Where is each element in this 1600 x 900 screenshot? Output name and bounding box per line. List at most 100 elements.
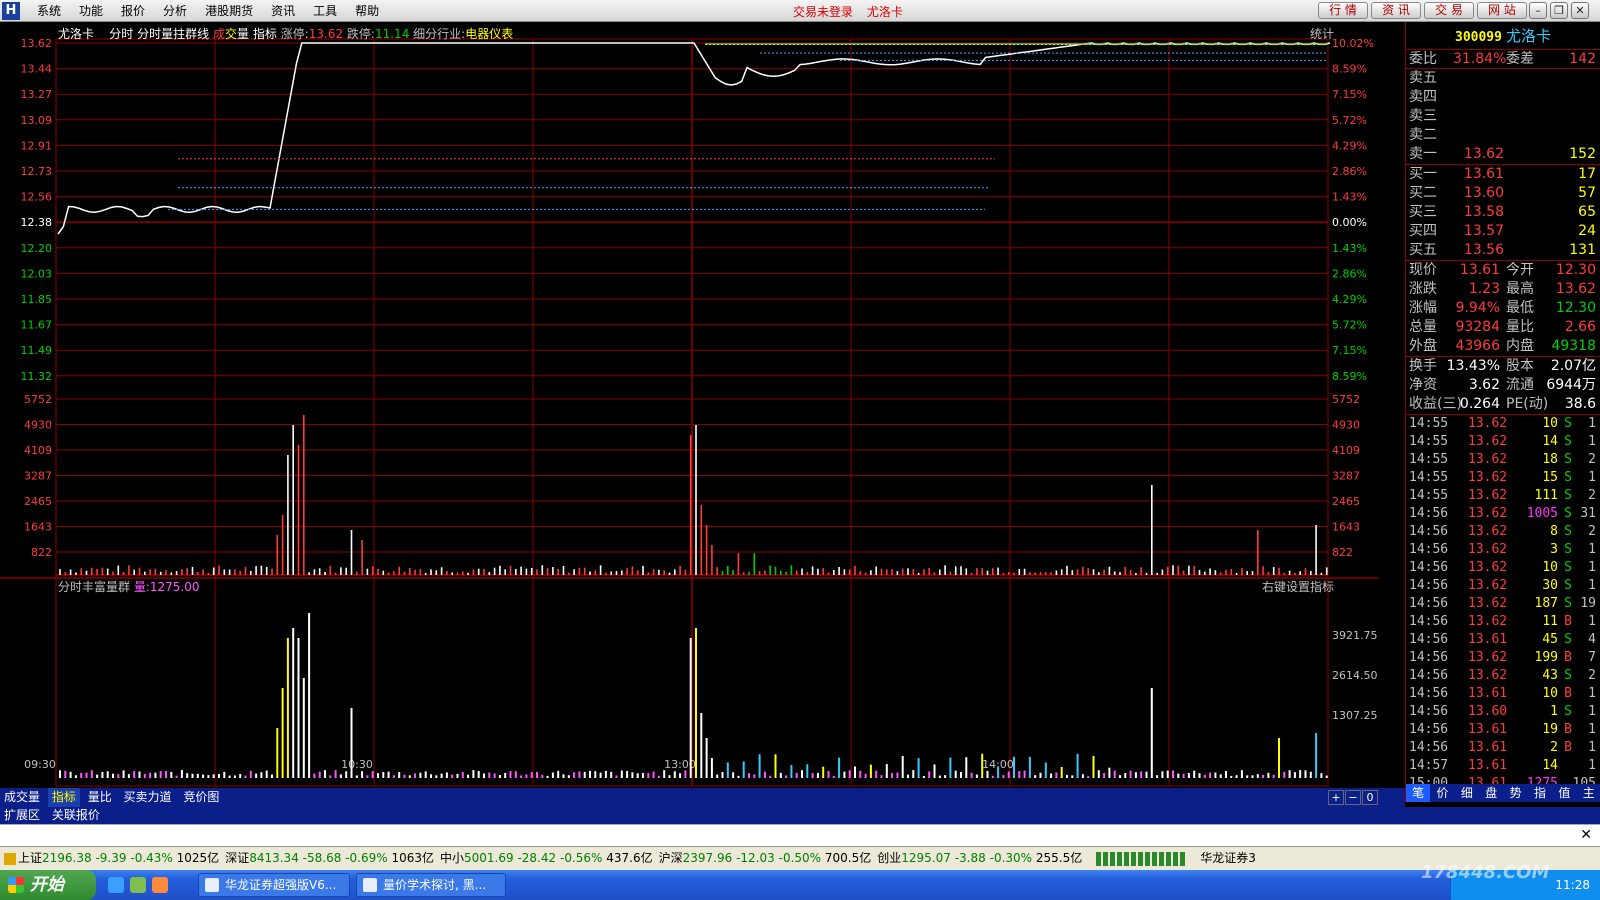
start-button[interactable]: 开始: [0, 870, 96, 900]
index-value: 5001.69: [464, 851, 514, 865]
index-change: -9.39: [95, 851, 127, 865]
trade-count: 1: [1588, 578, 1596, 593]
pct-tick-label: 7.15%: [1332, 344, 1367, 357]
menu-news[interactable]: 资讯: [262, 3, 304, 19]
taskbar-app-browser[interactable]: 量价学术探讨, 黑...: [356, 873, 506, 897]
trade-count: 1: [1588, 560, 1596, 575]
bid-level-row[interactable]: 买四 13.57 24: [1406, 222, 1600, 241]
tab-extension-area[interactable]: 扩展区: [0, 807, 44, 824]
indicator-tab[interactable]: 指标: [253, 27, 277, 41]
windows-taskbar: 开始 华龙证券超强版V6... 量价学术探讨, 黑... 178448.COM …: [0, 862, 1600, 900]
zoom-in-button[interactable]: +: [1328, 790, 1344, 805]
index-item[interactable]: 中小5001.69 -28.42 -0.56% 437.6亿: [440, 847, 653, 869]
fundamental-label-2: 股本: [1506, 358, 1534, 374]
index-item[interactable]: 沪深2397.96 -12.03 -0.50% 700.5亿: [659, 847, 872, 869]
bid-level-row[interactable]: 买二 13.60 57: [1406, 184, 1600, 203]
tab-volume-ratio[interactable]: 量比: [84, 788, 116, 807]
panel-tab[interactable]: 细: [1455, 784, 1479, 802]
time-axis-label: 09:30: [24, 758, 56, 771]
price-tick-label: 12.56: [21, 191, 53, 204]
stock-name: 尤洛卡: [1505, 27, 1551, 45]
bid-level-row[interactable]: 买三 13.58 65: [1406, 203, 1600, 222]
trade-time: 14:56: [1409, 632, 1449, 647]
pct-tick-label: 4.29%: [1332, 293, 1367, 306]
tab-volume[interactable]: 成交量: [0, 788, 44, 807]
stat-value-2: 12.30: [1555, 262, 1596, 278]
index-item[interactable]: 上证2196.38 -9.39 -0.43% 1025亿: [0, 847, 219, 869]
ask-level-row[interactable]: 卖一 13.62 152: [1406, 145, 1600, 164]
chart-canvas[interactable]: 13.62 10.02% 13.44 8.59% 13.27 7.15% 13.09 5.72…: [0, 22, 1405, 788]
bid-level-volume: 24: [1578, 223, 1596, 239]
volume-tick-label-right: 5752: [1332, 393, 1360, 406]
zoom-out-button[interactable]: −: [1345, 790, 1361, 805]
trade-time: 14:56: [1409, 560, 1449, 575]
menu-function[interactable]: 功能: [70, 3, 112, 19]
volume-cluster-tab[interactable]: 分时量拄群线: [137, 27, 209, 41]
trade-row: 14:56 13.62 10 S 1: [1406, 559, 1600, 577]
quicklaunch-icon[interactable]: [130, 877, 146, 893]
trade-row: 14:56 13.62 199 B 7: [1406, 649, 1600, 667]
close-extension-icon[interactable]: ✕: [1580, 827, 1592, 843]
index-item[interactable]: 深证8413.34 -58.68 -0.69% 1063亿: [225, 847, 434, 869]
quote-panel: 300099 尤洛卡 委比 31.84% 委差 142 卖五 卖四 卖三 卖二 卖一 13.…: [1405, 22, 1600, 802]
ask-level-row[interactable]: 卖四: [1406, 88, 1600, 107]
panel-tab[interactable]: 笔: [1406, 784, 1431, 802]
news-button[interactable]: 资 讯: [1371, 2, 1421, 19]
trade-row: 14:55 13.62 111 S 2: [1406, 487, 1600, 505]
trade-row: 14:56 13.60 1 S 1: [1406, 703, 1600, 721]
menu-tools[interactable]: 工具: [304, 3, 346, 19]
stat-label: 现价: [1409, 262, 1437, 278]
menu-hk-futures[interactable]: 港股期货: [196, 3, 262, 19]
price-line: [57, 42, 1331, 235]
index-name: 沪深: [658, 851, 683, 865]
trade-price: 13.61: [1468, 686, 1508, 701]
restore-icon[interactable]: ❐: [1550, 2, 1568, 19]
ask-level-row[interactable]: 卖五: [1406, 69, 1600, 88]
stats-button[interactable]: 统计: [1310, 25, 1334, 42]
trade-price: 13.62: [1468, 470, 1508, 485]
panel-tab[interactable]: 指: [1528, 784, 1552, 802]
trade-side: S: [1564, 488, 1572, 503]
volume-tick-label: 5752: [24, 393, 52, 406]
bid-level-row[interactable]: 买一 13.61 17: [1406, 165, 1600, 184]
intraday-chart[interactable]: 13.62 10.02% 13.44 8.59% 13.27 7.15% 13.09 5.72…: [0, 22, 1405, 788]
trade-button[interactable]: 交 易: [1424, 2, 1474, 19]
tab-buy-sell-force[interactable]: 买卖力道: [120, 788, 176, 807]
zoom-reset-button[interactable]: 0: [1362, 790, 1378, 805]
panel-tab[interactable]: 势: [1504, 784, 1528, 802]
sub-volume-label: 量:: [133, 580, 150, 594]
quote-button[interactable]: 行 情: [1318, 2, 1368, 19]
index-item[interactable]: 创业1295.07 -3.88 -0.30% 255.5亿: [877, 847, 1082, 869]
stat-label-2: 量比: [1506, 319, 1534, 335]
minimize-icon[interactable]: –: [1529, 2, 1547, 19]
menu-quote[interactable]: 报价: [112, 3, 154, 19]
trade-row: 14:56 13.62 1005 S 31: [1406, 505, 1600, 523]
menu-analysis[interactable]: 分析: [154, 3, 196, 19]
menu-system[interactable]: 系统: [28, 3, 70, 19]
tab-auction-chart[interactable]: 竞价图: [179, 788, 223, 807]
intraday-tab[interactable]: 分时: [109, 27, 133, 41]
menu-help[interactable]: 帮助: [346, 3, 388, 19]
trade-time: 14:56: [1409, 704, 1449, 719]
ie-icon[interactable]: [108, 877, 124, 893]
taskbar-app-hualong[interactable]: 华龙证券超强版V6...: [198, 873, 350, 897]
trade-side: B: [1564, 722, 1572, 737]
ask-level-row[interactable]: 卖三: [1406, 107, 1600, 126]
panel-tab[interactable]: 主: [1577, 784, 1600, 802]
panel-tab[interactable]: 值: [1552, 784, 1576, 802]
bid-level-row[interactable]: 买五 13.56 131: [1406, 241, 1600, 260]
trade-volume: 1005: [1526, 506, 1558, 521]
quick-buttons: 行 情 资 讯 交 易 网 站: [1318, 2, 1527, 19]
index-ticker: 上证2196.38 -9.39 -0.43% 1025亿 深证8413.34 -5…: [0, 846, 1600, 870]
tab-indicator[interactable]: 指标: [47, 788, 80, 807]
panel-tab[interactable]: 价: [1430, 784, 1454, 802]
right-click-indicator-hint[interactable]: 右键设置指标: [1262, 578, 1334, 595]
tab-related-quotes[interactable]: 关联报价: [48, 807, 104, 824]
tick-trades-list[interactable]: 14:55 13.62 10 S 1 14:55 13.62 14 S 1 14:55 13.62 18…: [1406, 415, 1600, 793]
ask-level-row[interactable]: 卖二: [1406, 126, 1600, 145]
panel-tab[interactable]: 盘: [1479, 784, 1503, 802]
index-change: -12.03: [736, 851, 775, 865]
media-icon[interactable]: [152, 877, 168, 893]
close-icon[interactable]: ✕: [1571, 2, 1589, 19]
website-button[interactable]: 网 站: [1477, 2, 1527, 19]
